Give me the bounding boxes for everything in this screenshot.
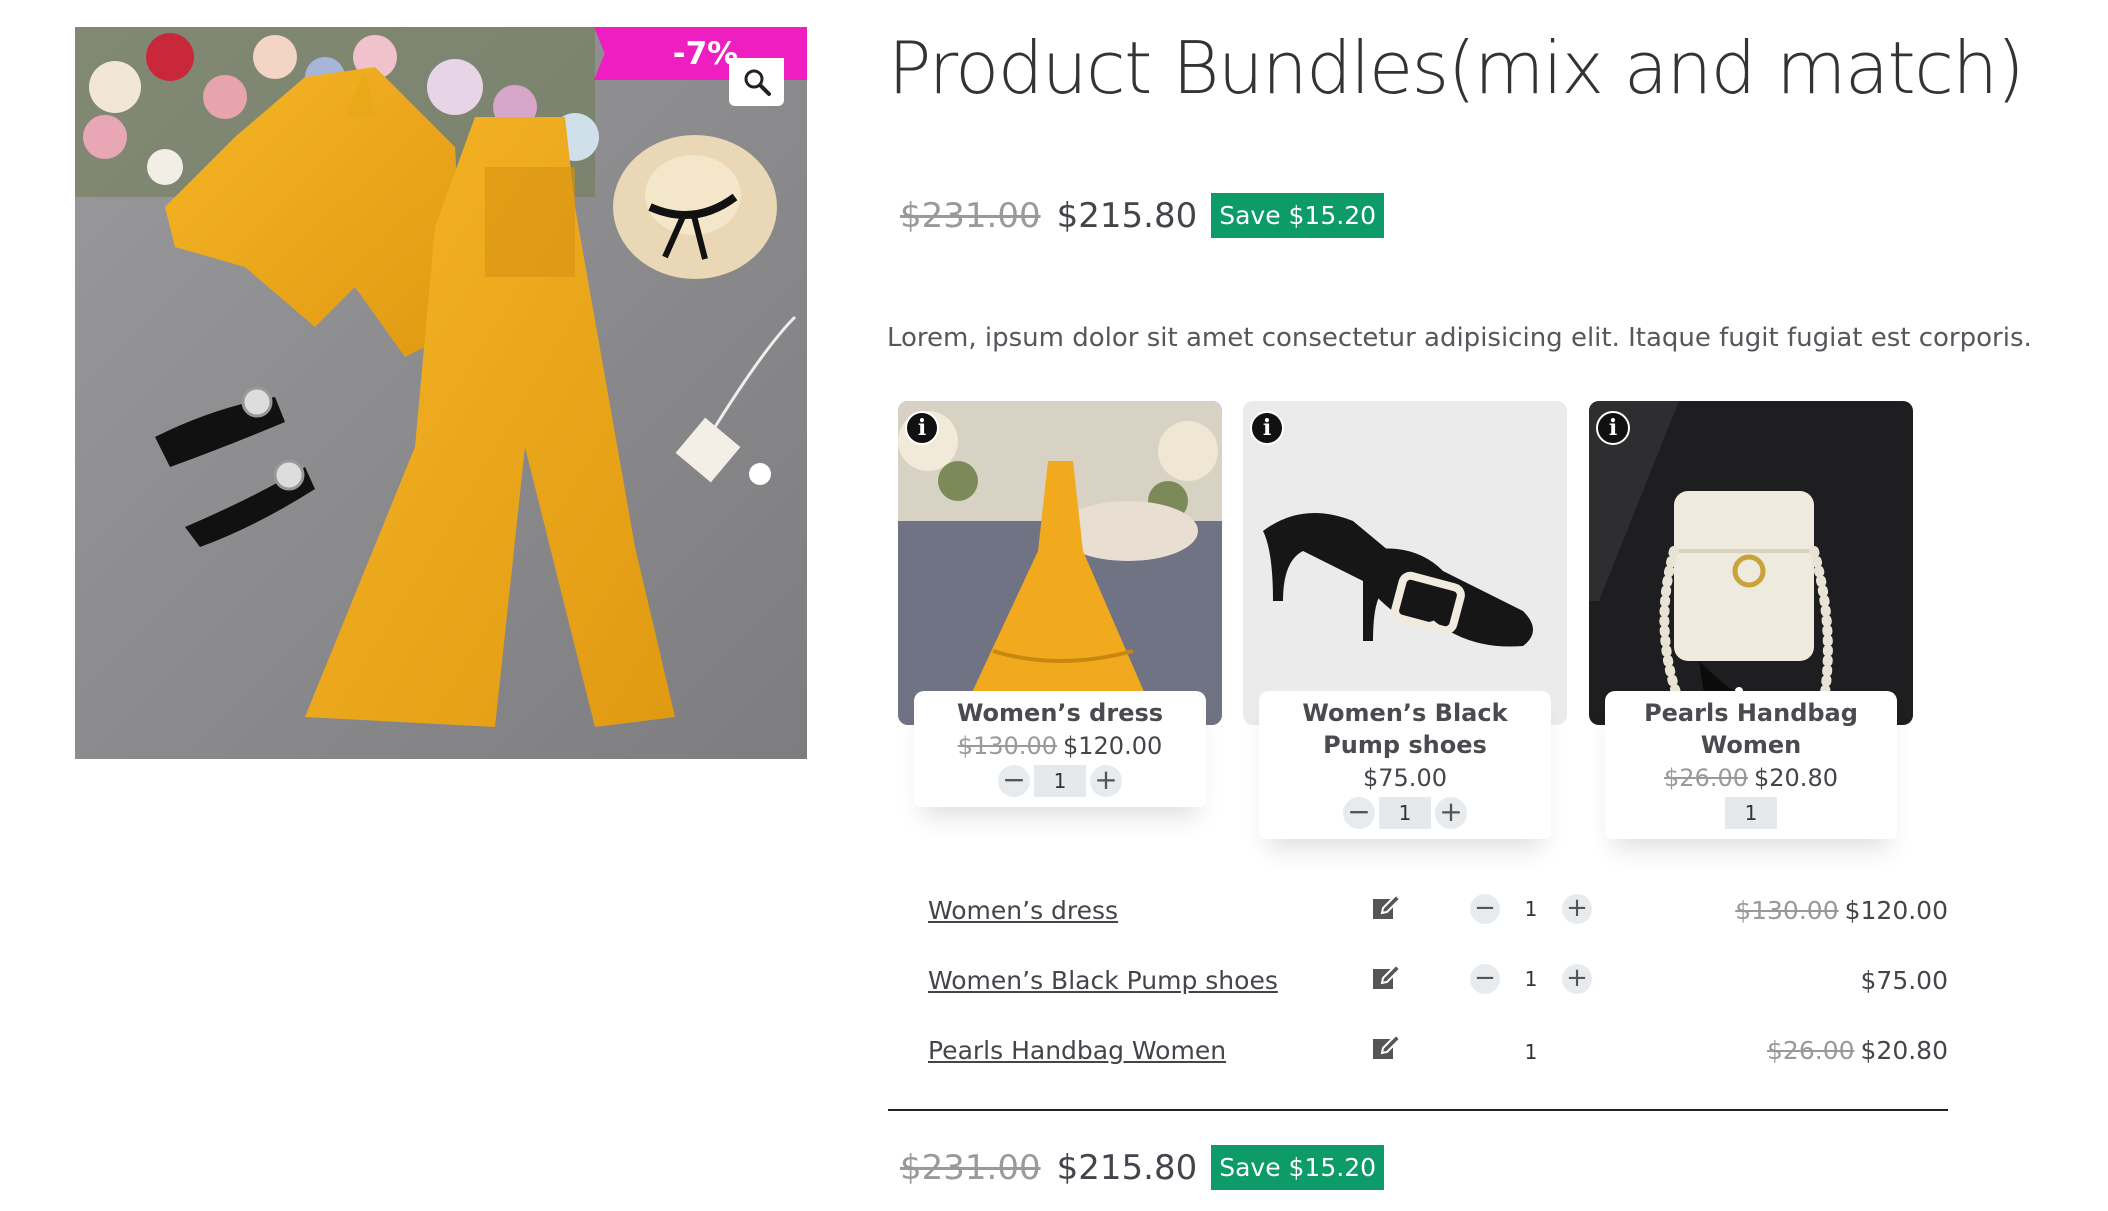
quantity-value: 1 (1725, 797, 1777, 829)
card-price-old: $26.00 (1664, 764, 1748, 792)
quantity-input[interactable]: 1 (1379, 797, 1431, 829)
page-title: Product Bundles(mix and match) (888, 26, 2025, 110)
bundle-item-link[interactable]: Women’s Black Pump shoes (928, 966, 1278, 995)
bundle-price: $231.00 $215.80 Save $15.20 (900, 193, 1385, 238)
price-new: $215.80 (1056, 195, 1198, 236)
row-price-new: $20.80 (1860, 1036, 1948, 1065)
info-icon[interactable]: i (905, 411, 939, 445)
card-name: Women’s Black Pump shoes (1302, 699, 1508, 759)
bundle-row-dress: Women’s dress − 1 + $130.00 $120.00 (928, 886, 1948, 936)
edit-icon[interactable] (1369, 890, 1403, 924)
product-description: Lorem, ipsum dolor sit amet consectetur … (887, 323, 2032, 353)
total-price-old: $231.00 (900, 1147, 1041, 1188)
card-price: $75.00 (1263, 761, 1547, 795)
bundle-card-dress[interactable]: i Women’s dress $130.00 $120.00 − 1 + (898, 401, 1222, 807)
bundle-row-handbag: Pearls Handbag Women 1 $26.00 $20.80 (928, 1026, 1948, 1076)
row-price-new: $120.00 (1844, 896, 1948, 925)
zoom-button[interactable] (729, 58, 784, 106)
bundle-card-handbag[interactable]: i Pearls Handbag Women $26.00 $20.80 1 (1589, 401, 1913, 839)
row-price-new: $75.00 (1860, 966, 1948, 995)
quantity-display: 1 (1609, 797, 1893, 829)
info-icon[interactable]: i (1596, 411, 1630, 445)
card-price: $26.00 $20.80 (1609, 761, 1893, 795)
quantity-stepper: − 1 + (918, 765, 1202, 797)
gallery-dot[interactable] (749, 463, 771, 485)
card-price-new: $120.00 (1063, 732, 1163, 760)
increase-button[interactable]: + (1090, 765, 1122, 797)
row-price: $26.00 $20.80 (1767, 1036, 1948, 1065)
quantity-value[interactable]: 1 (1500, 967, 1562, 991)
bundle-total: $231.00 $215.80 Save $15.20 (900, 1145, 1385, 1190)
card-body: Pearls Handbag Women $26.00 $20.80 1 (1605, 691, 1897, 839)
decrease-button[interactable]: − (1470, 964, 1500, 994)
price-old: $231.00 (900, 195, 1041, 236)
quantity-stepper: − 1 + (1470, 894, 1592, 924)
card-price-old: $130.00 (957, 732, 1057, 760)
edit-icon[interactable] (1369, 1030, 1403, 1064)
increase-button[interactable]: + (1562, 964, 1592, 994)
card-image-dress[interactable]: i (898, 401, 1222, 725)
row-price: $130.00 $120.00 (1735, 896, 1948, 925)
card-price-new: $75.00 (1363, 764, 1447, 792)
quantity-input[interactable]: 1 (1034, 765, 1086, 797)
bundle-row-shoes: Women’s Black Pump shoes − 1 + $75.00 (928, 956, 1948, 1006)
card-price: $130.00 $120.00 (918, 729, 1202, 763)
card-name: Women’s dress (956, 699, 1164, 727)
product-main-image[interactable] (75, 27, 807, 759)
quantity-value: 1 (1524, 1040, 1538, 1064)
card-body: Women’s Black Pump shoes $75.00 − 1 + (1259, 691, 1551, 839)
magnifier-icon (744, 69, 771, 96)
card-name: Pearls Handbag Women (1644, 699, 1858, 759)
card-body: Women’s dress $130.00 $120.00 − 1 + (914, 691, 1206, 807)
row-price: $75.00 (1861, 966, 1948, 995)
decrease-button[interactable]: − (998, 765, 1030, 797)
quantity-stepper: − 1 + (1263, 797, 1547, 829)
total-save-badge: Save $15.20 (1211, 1145, 1385, 1190)
total-price-new: $215.80 (1056, 1147, 1198, 1188)
save-badge: Save $15.20 (1211, 193, 1385, 238)
increase-button[interactable]: + (1435, 797, 1467, 829)
quantity-stepper: − 1 + (1470, 964, 1592, 994)
bundle-item-link[interactable]: Pearls Handbag Women (928, 1036, 1226, 1065)
card-price-new: $20.80 (1754, 764, 1838, 792)
info-icon[interactable]: i (1250, 411, 1284, 445)
quantity-value[interactable]: 1 (1500, 897, 1562, 921)
increase-button[interactable]: + (1562, 894, 1592, 924)
bundle-card-shoes[interactable]: i Women’s Black Pump shoes $75.00 − 1 + (1243, 401, 1567, 839)
divider (888, 1109, 1948, 1111)
row-price-old: $130.00 (1735, 896, 1839, 925)
row-price-old: $26.00 (1767, 1036, 1855, 1065)
decrease-button[interactable]: − (1470, 894, 1500, 924)
card-image-handbag[interactable]: i (1589, 401, 1913, 725)
card-image-shoes[interactable]: i (1243, 401, 1567, 725)
decrease-button[interactable]: − (1343, 797, 1375, 829)
bundle-item-link[interactable]: Women’s dress (928, 896, 1118, 925)
edit-icon[interactable] (1369, 960, 1403, 994)
